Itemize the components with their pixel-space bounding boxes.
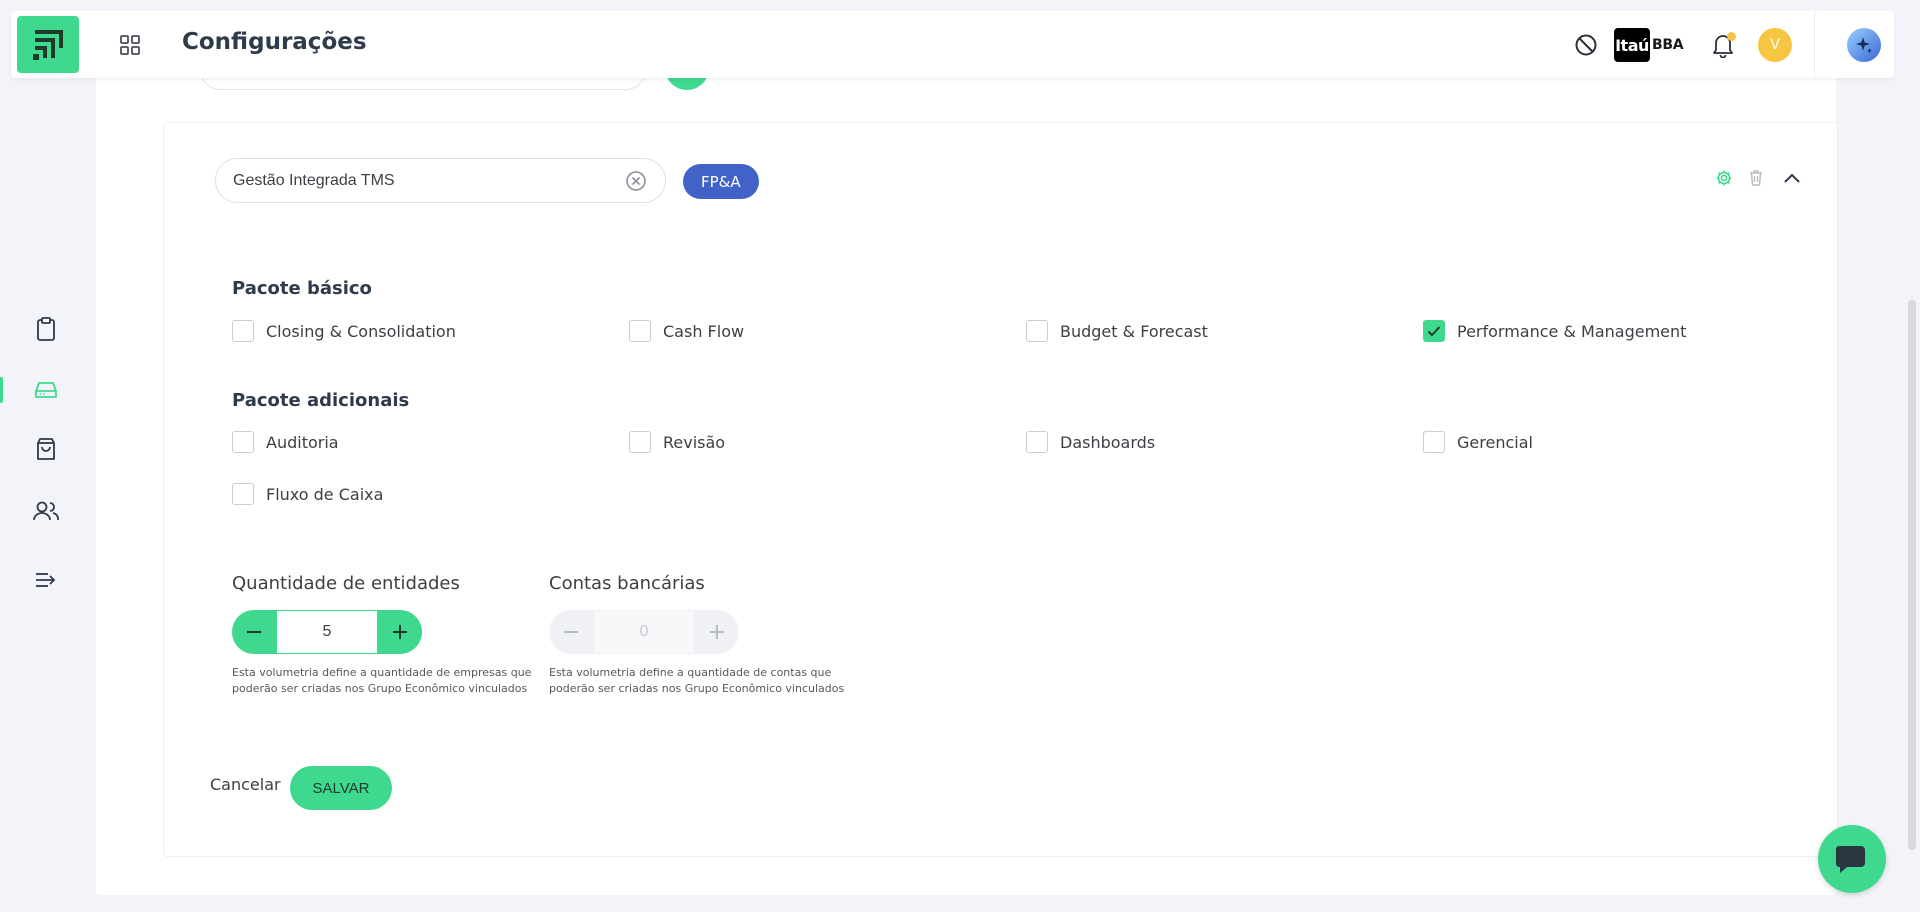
user-avatar[interactable]: V xyxy=(1758,28,1792,62)
basic-package-title: Pacote básico xyxy=(232,278,372,299)
page-scrollbar[interactable] xyxy=(1908,300,1916,850)
checkbox-closing-consolidation[interactable]: Closing & Consolidation xyxy=(232,320,456,342)
notification-dot xyxy=(1727,32,1736,41)
checkbox-label: Fluxo de Caixa xyxy=(266,484,384,504)
checkbox-box[interactable] xyxy=(1026,431,1048,453)
checkbox-box[interactable] xyxy=(232,320,254,342)
app-logo[interactable] xyxy=(17,16,79,73)
chat-bubble-icon xyxy=(1836,846,1865,873)
checkbox-box[interactable] xyxy=(629,431,651,453)
checkbox-label: Auditoria xyxy=(266,432,339,452)
card-actions xyxy=(1714,168,1802,188)
chat-support-button[interactable] xyxy=(1818,825,1886,893)
checkbox-box-checked[interactable] xyxy=(1423,320,1445,342)
additional-package-title: Pacote adicionais xyxy=(232,390,410,411)
checkbox-cash-flow[interactable]: Cash Flow xyxy=(629,320,744,342)
entities-label: Quantidade de entidades xyxy=(232,573,460,594)
product-card: FP&A Pacote básico Closing & Consolidati… xyxy=(163,122,1838,857)
product-name-input[interactable] xyxy=(215,158,666,203)
sidebar-active-indicator xyxy=(0,377,3,403)
checkbox-label: Gerencial xyxy=(1457,432,1533,452)
notifications-bell-icon[interactable] xyxy=(1709,31,1737,59)
checkbox-box[interactable] xyxy=(1026,320,1048,342)
clipboard-icon[interactable] xyxy=(30,313,62,345)
collapse-menu-icon[interactable] xyxy=(30,564,62,596)
checkbox-label: Dashboards xyxy=(1060,432,1156,452)
top-bar: Configurações Itaú BBA V xyxy=(11,11,1894,78)
checkbox-budget-forecast[interactable]: Budget & Forecast xyxy=(1026,320,1208,342)
clear-circle-icon[interactable] xyxy=(625,170,647,192)
checkbox-performance-management[interactable]: Performance & Management xyxy=(1423,320,1686,342)
checkmark-icon xyxy=(1427,326,1441,337)
checkbox-box[interactable] xyxy=(232,483,254,505)
module-tag: FP&A xyxy=(683,164,759,199)
checkbox-dashboards[interactable]: Dashboards xyxy=(1026,431,1155,453)
entities-quantity-input[interactable] xyxy=(276,610,378,654)
block-icon[interactable] xyxy=(1572,31,1600,59)
minus-icon[interactable] xyxy=(232,610,276,654)
bank-accounts-hint: Esta volumetria define a quantidade de c… xyxy=(549,666,845,695)
checkbox-label: Cash Flow xyxy=(663,321,745,341)
plus-icon[interactable] xyxy=(695,610,739,654)
shopping-bag-icon[interactable] xyxy=(30,433,62,465)
logo-icon xyxy=(33,29,63,60)
checkbox-auditoria[interactable]: Auditoria xyxy=(232,431,339,453)
apps-grid-icon[interactable] xyxy=(117,32,143,58)
checkbox-label: Revisão xyxy=(663,432,726,452)
checkbox-box[interactable] xyxy=(1423,431,1445,453)
top-divider xyxy=(1814,11,1815,78)
checkbox-label: Closing & Consolidation xyxy=(266,321,456,341)
checkbox-fluxo-de-caixa[interactable]: Fluxo de Caixa xyxy=(232,483,383,505)
users-icon[interactable] xyxy=(30,495,62,527)
entities-hint: Esta volumetria define a quantidade de e… xyxy=(232,666,532,695)
page-title: Configurações xyxy=(182,29,367,55)
itau-logo: Itaú xyxy=(1614,28,1650,62)
plus-icon[interactable] xyxy=(378,610,422,654)
bank-accounts-label: Contas bancárias xyxy=(549,573,705,594)
bba-label: BBA xyxy=(1652,37,1684,53)
gear-icon[interactable] xyxy=(1714,168,1734,188)
trash-icon[interactable] xyxy=(1746,168,1766,188)
save-button[interactable]: SALVAR xyxy=(290,766,392,810)
checkbox-gerencial[interactable]: Gerencial xyxy=(1423,431,1533,453)
entities-stepper xyxy=(232,610,422,654)
checkbox-label: Budget & Forecast xyxy=(1060,321,1208,341)
checkbox-revisao[interactable]: Revisão xyxy=(629,431,725,453)
checkbox-box[interactable] xyxy=(232,431,254,453)
itau-bba-brand: Itaú BBA xyxy=(1614,28,1684,62)
checkbox-label: Performance & Management xyxy=(1457,321,1687,341)
chevron-up-icon[interactable] xyxy=(1782,168,1802,188)
bank-accounts-quantity-input[interactable] xyxy=(593,610,695,654)
checkbox-box[interactable] xyxy=(629,320,651,342)
cancel-button[interactable]: Cancelar xyxy=(210,775,281,794)
bank-accounts-stepper xyxy=(549,610,739,654)
storage-drive-icon[interactable] xyxy=(30,374,62,406)
minus-icon[interactable] xyxy=(549,610,593,654)
ai-sparkle-icon[interactable] xyxy=(1847,28,1881,62)
